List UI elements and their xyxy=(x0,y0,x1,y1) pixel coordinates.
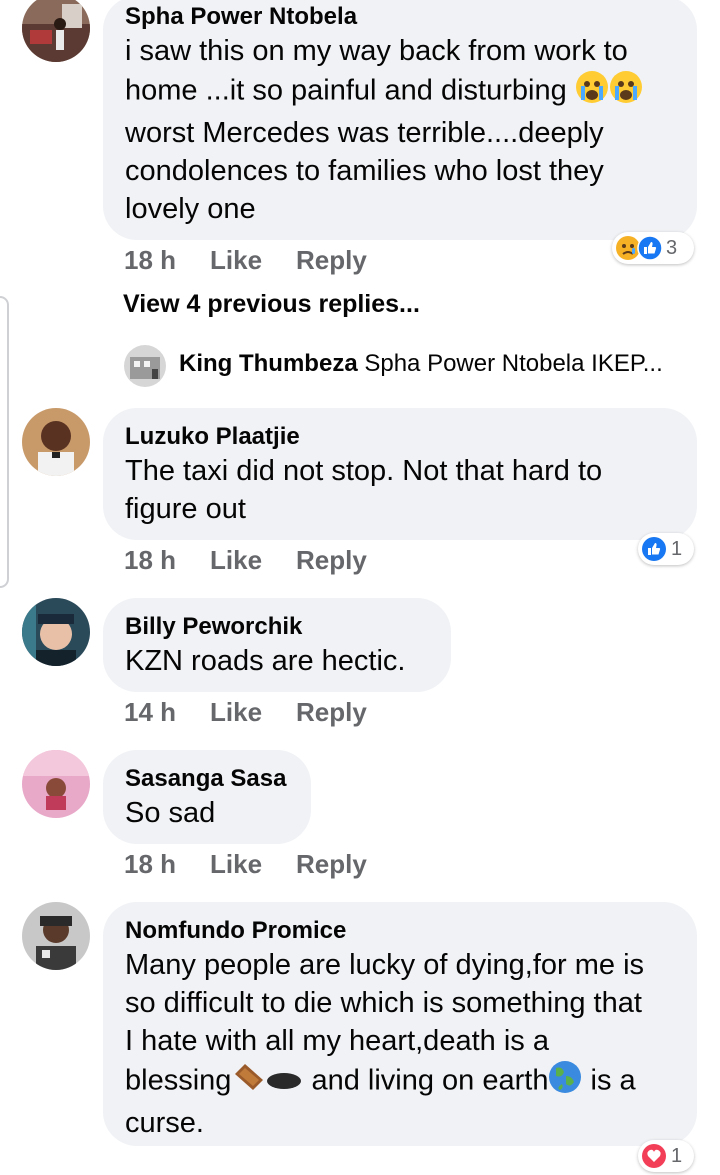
comment-bubble: Billy Peworchik KZN roads are hectic. xyxy=(103,598,451,692)
globe-icon xyxy=(548,1060,582,1104)
reaction-summary[interactable]: 1 xyxy=(638,533,694,565)
like-button[interactable]: Like xyxy=(210,849,296,879)
coffin-icon xyxy=(231,1062,265,1102)
avatar[interactable] xyxy=(22,902,90,970)
like-button[interactable]: Like xyxy=(210,545,296,575)
reply-thread-line xyxy=(0,296,9,588)
comment-actions: 18 h Like Reply xyxy=(124,545,367,575)
comment-bubble: Nomfundo Promice Many people are lucky o… xyxy=(103,902,697,1146)
like-icon xyxy=(641,536,667,562)
reply-preview[interactable]: King Thumbeza Spha Power Ntobela IKEP... xyxy=(179,350,663,378)
reply-button[interactable]: Reply xyxy=(296,697,367,727)
like-button[interactable]: Like xyxy=(210,245,296,275)
comment-author[interactable]: Billy Peworchik xyxy=(125,612,429,642)
comment-text: Many people are lucky of dying,for me is… xyxy=(125,949,645,1139)
comment-bubble: Spha Power Ntobela i saw this on my way … xyxy=(103,0,697,240)
avatar[interactable] xyxy=(22,598,90,666)
comment-author[interactable]: Nomfundo Promice xyxy=(125,916,675,946)
like-icon xyxy=(637,235,663,261)
view-previous-replies[interactable]: View 4 previous replies... xyxy=(123,290,420,319)
comment-actions: 18 h Like Reply xyxy=(124,245,367,275)
avatar[interactable] xyxy=(22,408,90,476)
reply-button[interactable]: Reply xyxy=(296,545,367,575)
reaction-summary[interactable]: 3 xyxy=(612,232,694,264)
comment-time[interactable]: 18 h xyxy=(124,545,210,575)
comment-text: KZN roads are hectic. xyxy=(125,645,406,677)
like-button[interactable]: Like xyxy=(210,697,296,727)
comment-text: i saw this on my way back from work to h… xyxy=(125,32,675,228)
reply-author[interactable]: King Thumbeza xyxy=(179,350,358,377)
avatar[interactable] xyxy=(22,0,90,62)
comment-text: So sad xyxy=(125,797,216,829)
avatar[interactable] xyxy=(124,345,166,387)
reply-button[interactable]: Reply xyxy=(296,245,367,275)
reaction-summary[interactable]: 1 xyxy=(638,1140,694,1172)
comment-time[interactable]: 14 h xyxy=(124,697,210,727)
comment-bubble: Luzuko Plaatjie The taxi did not stop. N… xyxy=(103,408,697,540)
comment-bubble: Sasanga Sasa So sad xyxy=(103,750,311,844)
comment-author[interactable]: Luzuko Plaatjie xyxy=(125,422,675,452)
reply-button[interactable]: Reply xyxy=(296,849,367,879)
hole-icon xyxy=(265,1063,303,1101)
comment-time[interactable]: 18 h xyxy=(124,245,210,275)
comment-author[interactable]: Spha Power Ntobela xyxy=(125,2,675,32)
reaction-count: 3 xyxy=(666,236,678,259)
reply-text: Spha Power Ntobela IKEP... xyxy=(364,350,663,377)
comment-actions: 14 h Like Reply xyxy=(124,697,367,727)
comment-text: The taxi did not stop. Not that hard to … xyxy=(125,455,603,525)
reaction-count: 1 xyxy=(671,537,683,560)
comment-time[interactable]: 18 h xyxy=(124,849,210,879)
comment-author[interactable]: Sasanga Sasa xyxy=(125,764,289,794)
crying-face-icon xyxy=(575,70,609,114)
love-icon xyxy=(641,1143,667,1169)
avatar[interactable] xyxy=(22,750,90,818)
comment-actions: 18 h Like Reply xyxy=(124,849,367,879)
reaction-count: 1 xyxy=(671,1144,683,1167)
crying-face-icon xyxy=(609,70,643,114)
